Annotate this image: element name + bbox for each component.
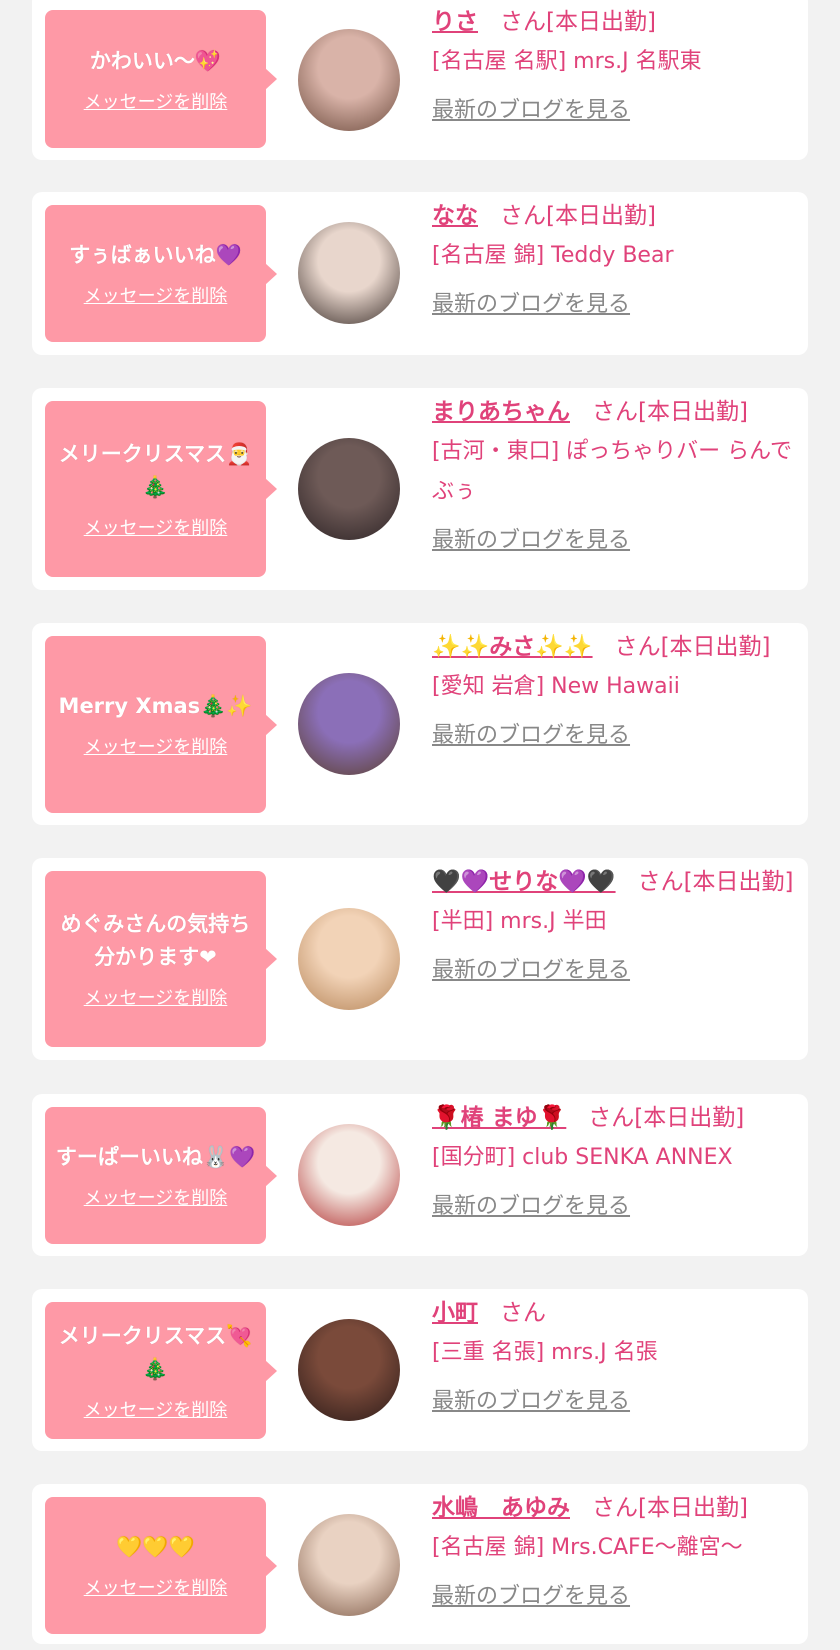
message-card: すぅばぁいいね💜 メッセージを削除 なな さん[本日出勤] [名古屋 錦] Ted… — [32, 192, 808, 355]
delete-message-link[interactable]: メッセージを削除 — [84, 514, 228, 540]
cast-status: さん[本日出勤] — [588, 1105, 745, 1131]
cast-name-link[interactable]: なな — [432, 203, 478, 229]
delete-message-link[interactable]: メッセージを削除 — [84, 1574, 228, 1600]
avatar[interactable] — [298, 222, 400, 324]
avatar[interactable] — [298, 29, 400, 131]
message-card: 💛💛💛 メッセージを削除 水嶋 あゆみ さん[本日出勤] [名古屋 錦] Mrs.… — [32, 1484, 808, 1644]
delete-message-link[interactable]: メッセージを削除 — [84, 1396, 228, 1422]
latest-blog-link[interactable]: 最新のブログを見る — [432, 717, 630, 749]
message-bubble: すぅばぁいいね💜 メッセージを削除 — [45, 205, 277, 342]
shop-name: [半田] mrs.J 半田 — [432, 909, 607, 934]
message-text: すぅばぁいいね💜 — [69, 243, 242, 267]
message-text: めぐみさんの気持ち分かります❤ — [60, 912, 251, 969]
latest-blog-link[interactable]: 最新のブログを見る — [432, 286, 630, 318]
message-bubble: Merry Xmas🎄✨ メッセージを削除 — [45, 636, 277, 813]
message-bubble: すーぱーいいね🐰💜 メッセージを削除 — [45, 1107, 277, 1244]
shop-name: [名古屋 名駅] mrs.J 名駅東 — [432, 49, 702, 74]
avatar[interactable] — [298, 908, 400, 1010]
message-card: すーぱーいいね🐰💜 メッセージを削除 🌹椿 まゆ🌹 さん[本日出勤] [国分町] … — [32, 1094, 808, 1256]
avatar[interactable] — [298, 1514, 400, 1616]
cast-name-link[interactable]: りさ — [432, 9, 478, 35]
message-text: メリークリスマス🎅🎄 — [58, 442, 253, 499]
latest-blog-link[interactable]: 最新のブログを見る — [432, 952, 630, 984]
cast-info: 小町 さん [三重 名張] mrs.J 名張 最新のブログを見る — [432, 1293, 794, 1415]
message-card: めぐみさんの気持ち分かります❤ メッセージを削除 🖤💜せりな💜🖤 さん[本日出勤]… — [32, 858, 808, 1060]
cast-info: なな さん[本日出勤] [名古屋 錦] Teddy Bear 最新のブログを見る — [432, 196, 794, 318]
message-card: Merry Xmas🎄✨ メッセージを削除 ✨✨みさ✨✨ さん[本日出勤] [愛知… — [32, 623, 808, 825]
cast-name-link[interactable]: ✨✨みさ✨✨ — [432, 634, 593, 660]
cast-status: さん[本日出勤] — [637, 869, 794, 895]
cast-status: さん[本日出勤] — [592, 1495, 748, 1521]
cast-info: 🌹椿 まゆ🌹 さん[本日出勤] [国分町] club SENKA ANNEX 最新… — [432, 1098, 794, 1220]
cast-info: りさ さん[本日出勤] [名古屋 名駅] mrs.J 名駅東 最新のブログを見る — [432, 2, 794, 124]
avatar[interactable] — [298, 1319, 400, 1421]
cast-info: まりあちゃん さん[本日出勤] [古河・東口] ぽっちゃりバー らんでぶぅ 最新の… — [432, 392, 794, 554]
shop-name: [名古屋 錦] Teddy Bear — [432, 243, 674, 268]
message-card: かわいい〜💖 メッセージを削除 りさ さん[本日出勤] [名古屋 名駅] mrs.… — [32, 0, 808, 160]
cast-status: さん[本日出勤] — [500, 9, 656, 35]
cast-status: さん[本日出勤] — [500, 203, 656, 229]
cast-status: さん — [500, 1300, 546, 1326]
delete-message-link[interactable]: メッセージを削除 — [84, 733, 228, 759]
latest-blog-link[interactable]: 最新のブログを見る — [432, 522, 630, 554]
latest-blog-link[interactable]: 最新のブログを見る — [432, 1188, 630, 1220]
avatar[interactable] — [298, 673, 400, 775]
message-text: Merry Xmas🎄✨ — [58, 694, 253, 718]
latest-blog-link[interactable]: 最新のブログを見る — [432, 1383, 630, 1415]
message-card: メリークリスマス💘🎄 メッセージを削除 小町 さん [三重 名張] mrs.J 名… — [32, 1289, 808, 1451]
shop-name: [古河・東口] ぽっちゃりバー らんでぶぅ — [432, 439, 793, 504]
cast-name-link[interactable]: まりあちゃん — [432, 399, 570, 425]
cast-name-link[interactable]: 小町 — [432, 1300, 478, 1326]
message-text: 💛💛💛 — [116, 1535, 195, 1559]
latest-blog-link[interactable]: 最新のブログを見る — [432, 92, 630, 124]
message-bubble: めぐみさんの気持ち分かります❤ メッセージを削除 — [45, 871, 277, 1047]
shop-name: [愛知 岩倉] New Hawaii — [432, 674, 680, 699]
avatar[interactable] — [298, 1124, 400, 1226]
shop-name: [三重 名張] mrs.J 名張 — [432, 1340, 658, 1365]
message-bubble: 💛💛💛 メッセージを削除 — [45, 1497, 277, 1634]
delete-message-link[interactable]: メッセージを削除 — [84, 984, 228, 1010]
shop-name: [名古屋 錦] Mrs.CAFE～離宮～ — [432, 1535, 743, 1560]
cast-status: さん[本日出勤] — [592, 399, 748, 425]
delete-message-link[interactable]: メッセージを削除 — [84, 282, 228, 308]
message-text: かわいい〜💖 — [89, 48, 222, 73]
message-card: メリークリスマス🎅🎄 メッセージを削除 まりあちゃん さん[本日出勤] [古河・東… — [32, 388, 808, 590]
message-text: メリークリスマス💘🎄 — [58, 1323, 253, 1381]
shop-name: [国分町] club SENKA ANNEX — [432, 1145, 733, 1170]
delete-message-link[interactable]: メッセージを削除 — [84, 1184, 228, 1210]
cast-name-link[interactable]: 水嶋 あゆみ — [432, 1495, 570, 1521]
cast-info: ✨✨みさ✨✨ さん[本日出勤] [愛知 岩倉] New Hawaii 最新のブログ… — [432, 627, 794, 749]
message-bubble: メリークリスマス💘🎄 メッセージを削除 — [45, 1302, 277, 1439]
cast-info: 🖤💜せりな💜🖤 さん[本日出勤] [半田] mrs.J 半田 最新のブログを見る — [432, 862, 794, 984]
delete-message-link[interactable]: メッセージを削除 — [84, 88, 228, 114]
cast-name-link[interactable]: 🖤💜せりな💜🖤 — [432, 869, 616, 895]
cast-name-link[interactable]: 🌹椿 まゆ🌹 — [432, 1105, 566, 1131]
message-text: すーぱーいいね🐰💜 — [55, 1145, 256, 1169]
message-bubble: メリークリスマス🎅🎄 メッセージを削除 — [45, 401, 277, 577]
cast-status: さん[本日出勤] — [614, 634, 771, 660]
avatar[interactable] — [298, 438, 400, 540]
message-bubble: かわいい〜💖 メッセージを削除 — [45, 10, 277, 148]
cast-info: 水嶋 あゆみ さん[本日出勤] [名古屋 錦] Mrs.CAFE～離宮～ 最新のブ… — [432, 1488, 794, 1610]
latest-blog-link[interactable]: 最新のブログを見る — [432, 1578, 630, 1610]
